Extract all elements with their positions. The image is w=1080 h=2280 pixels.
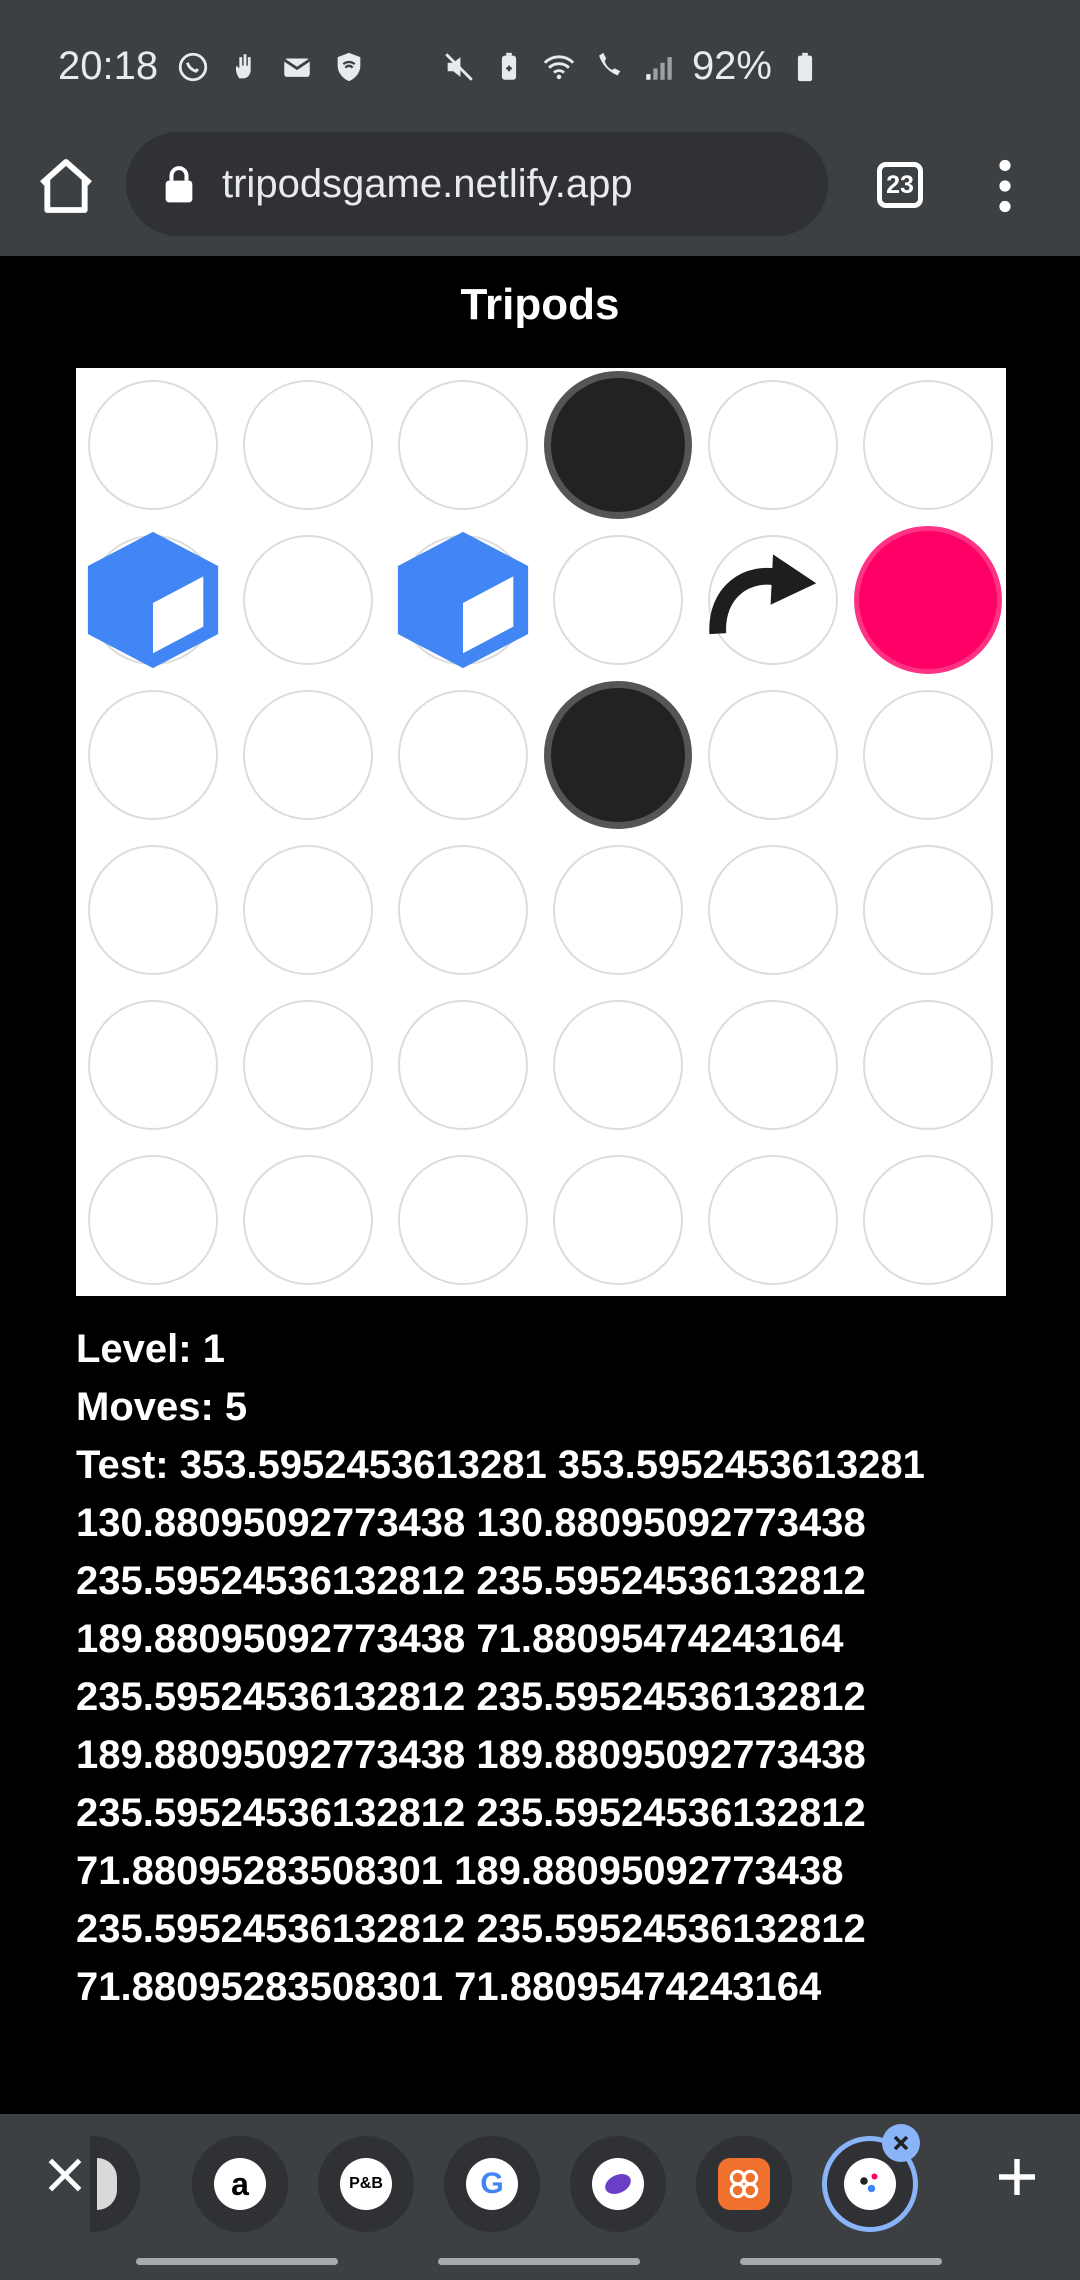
board-cell[interactable] — [863, 845, 993, 975]
test-line: 130.88095092773438 130.88095092773438 — [76, 1501, 866, 1545]
more-vert-icon — [999, 159, 1011, 213]
test-line: 71.88095283508301 71.88095474243164 — [76, 1965, 822, 2009]
tab-strip: a P&B G — [0, 2114, 1080, 2238]
purple-app-favicon — [592, 2158, 644, 2210]
orange-app-favicon — [718, 2158, 770, 2210]
board-cell[interactable] — [708, 845, 838, 975]
board-cell[interactable] — [863, 1155, 993, 1285]
tab-purple-app[interactable] — [570, 2136, 666, 2232]
status-time: 20:18 — [58, 44, 159, 88]
browser-toolbar: tripodsgame.netlify.app 23 — [0, 130, 1080, 256]
tab-pull-and-bear[interactable]: P&B — [318, 2136, 414, 2232]
whatsapp-icon — [176, 50, 210, 84]
signal-icon — [642, 50, 676, 84]
board-cell[interactable] — [398, 1155, 528, 1285]
board-cell[interactable] — [88, 690, 218, 820]
board-cell[interactable] — [88, 845, 218, 975]
nav-handle[interactable] — [740, 2258, 942, 2265]
home-button[interactable] — [34, 154, 98, 218]
status-bar: 20:18 92% — [0, 0, 1080, 130]
board-cell[interactable] — [398, 1000, 528, 1130]
board-cell[interactable] — [243, 535, 373, 665]
url-text: tripodsgame.netlify.app — [222, 161, 633, 206]
blue-cube-piece[interactable] — [389, 526, 537, 674]
mail-icon — [280, 50, 314, 84]
wifi-calling-icon — [592, 50, 626, 84]
close-icon — [893, 2135, 909, 2151]
black-disc-piece[interactable] — [544, 371, 692, 519]
tab-partial[interactable] — [90, 2136, 140, 2232]
board-cell[interactable] — [243, 1155, 373, 1285]
board-cell[interactable] — [708, 1000, 838, 1130]
tripods-favicon — [844, 2158, 896, 2210]
board-cell[interactable] — [88, 1155, 218, 1285]
test-line: 235.59524536132812 235.59524536132812 — [76, 1907, 866, 1951]
board-cell[interactable] — [863, 380, 993, 510]
page-title: Tripods — [460, 280, 620, 329]
board-cell[interactable] — [88, 380, 218, 510]
board-cell[interactable] — [553, 1155, 683, 1285]
battery-saver-icon — [492, 50, 526, 84]
tab-switcher-button[interactable]: 23 — [877, 162, 923, 208]
status-right: 92% — [442, 44, 822, 89]
hand-icon — [228, 50, 262, 84]
rotate-arrow-icon[interactable] — [701, 540, 821, 660]
board-cell[interactable] — [553, 845, 683, 975]
test-line: Test: 353.5952453613281 353.595245361328… — [76, 1443, 925, 1487]
board-cell[interactable] — [553, 1000, 683, 1130]
test-line: 235.59524536132812 235.59524536132812 — [76, 1791, 866, 1835]
test-line: 189.88095092773438 189.88095092773438 — [76, 1733, 866, 1777]
test-line: 235.59524536132812 235.59524536132812 — [76, 1675, 866, 1719]
nav-handle[interactable] — [136, 2258, 338, 2265]
pink-disc-piece[interactable] — [854, 526, 1002, 674]
wifi-icon — [542, 50, 576, 84]
test-line: 71.88095283508301 189.88095092773438 — [76, 1849, 844, 1893]
test-line: 235.59524536132812 235.59524536132812 — [76, 1559, 866, 1603]
board-cell[interactable] — [398, 690, 528, 820]
menu-button[interactable] — [992, 158, 1018, 214]
board-cell[interactable] — [243, 1000, 373, 1130]
battery-percent: 92% — [691, 44, 772, 88]
game-info: Level: 1 Moves: 5 Test: 353.595245361328… — [76, 1320, 925, 2016]
home-icon — [40, 159, 92, 213]
level-text: Level: 1 — [76, 1327, 225, 1371]
board-cell[interactable] — [708, 690, 838, 820]
board-cell[interactable] — [553, 535, 683, 665]
mute-icon — [442, 50, 476, 84]
board-cell[interactable] — [88, 1000, 218, 1130]
tab-amazon[interactable]: a — [192, 2136, 288, 2232]
close-icon — [48, 2158, 82, 2192]
tab-orange-app[interactable] — [696, 2136, 792, 2232]
address-bar[interactable]: tripodsgame.netlify.app — [126, 132, 828, 236]
board-cell[interactable] — [863, 690, 993, 820]
board-cell[interactable] — [863, 1000, 993, 1130]
board-cell[interactable] — [243, 380, 373, 510]
partial-tab-favicon — [97, 2158, 117, 2210]
board-cell[interactable] — [243, 690, 373, 820]
navigation-bar — [0, 2238, 1080, 2280]
tab-google[interactable]: G — [444, 2136, 540, 2232]
battery-icon — [788, 50, 822, 84]
plus-icon — [999, 2159, 1035, 2195]
status-left: 20:18 — [58, 44, 366, 89]
close-tab-button[interactable] — [40, 2150, 90, 2200]
board-cell[interactable] — [243, 845, 373, 975]
board-cell[interactable] — [398, 380, 528, 510]
new-tab-button[interactable] — [990, 2150, 1044, 2204]
game-board — [76, 368, 1006, 1296]
black-disc-piece[interactable] — [544, 681, 692, 829]
board-cell[interactable] — [708, 380, 838, 510]
pull-and-bear-favicon: P&B — [340, 2158, 392, 2210]
board-cell[interactable] — [398, 845, 528, 975]
google-favicon: G — [466, 2158, 518, 2210]
amazon-favicon: a — [214, 2158, 266, 2210]
shield-icon — [332, 50, 366, 84]
lock-icon — [165, 166, 193, 203]
test-line: 189.88095092773438 71.88095474243164 — [76, 1617, 844, 1661]
blue-cube-piece[interactable] — [79, 526, 227, 674]
moves-text: Moves: 5 — [76, 1385, 248, 1429]
close-active-tab-button[interactable] — [882, 2124, 920, 2162]
board-cell[interactable] — [708, 1155, 838, 1285]
nav-handle[interactable] — [438, 2258, 640, 2265]
